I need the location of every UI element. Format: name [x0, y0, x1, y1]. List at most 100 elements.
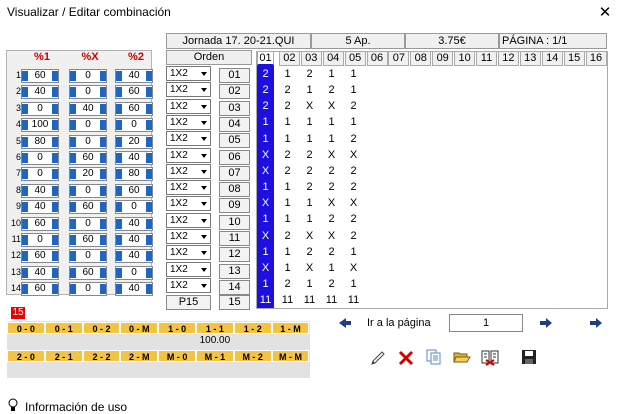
- save-icon[interactable]: [520, 348, 538, 366]
- match-number-button[interactable]: 12: [219, 247, 250, 263]
- spin-up-icon[interactable]: [100, 103, 106, 114]
- spin-down-icon[interactable]: [22, 218, 28, 229]
- percent-spinner[interactable]: 100: [21, 118, 59, 133]
- spin-down-icon[interactable]: [116, 153, 122, 163]
- percent-spinner[interactable]: 0: [69, 118, 107, 133]
- bet-cell[interactable]: 2: [345, 98, 362, 114]
- bet-cell[interactable]: X: [345, 260, 362, 276]
- spin-up-icon[interactable]: [100, 235, 106, 245]
- spin-up-icon[interactable]: [100, 202, 106, 213]
- spin-up-icon[interactable]: [52, 71, 58, 81]
- bet-cell[interactable]: 1: [279, 179, 296, 195]
- column-header[interactable]: 11: [476, 51, 497, 66]
- percent-spinner[interactable]: 40: [115, 249, 153, 264]
- spin-up-icon[interactable]: [100, 251, 106, 262]
- spin-down-icon[interactable]: [22, 87, 28, 98]
- bet-cell[interactable]: 2: [301, 147, 318, 163]
- spin-down-icon[interactable]: [70, 71, 76, 81]
- bet-cell[interactable]: X: [301, 228, 318, 244]
- bet-cell[interactable]: 1: [279, 260, 296, 276]
- bet-cell[interactable]: 2: [345, 179, 362, 195]
- bet-cell[interactable]: X: [301, 98, 318, 114]
- bet-cell[interactable]: 1: [279, 211, 296, 227]
- spin-down-icon[interactable]: [70, 185, 76, 196]
- percent-spinner[interactable]: 40: [21, 265, 59, 280]
- bet-cell[interactable]: 2: [323, 179, 340, 195]
- bet-cell[interactable]: 1: [279, 66, 296, 82]
- last-page-arrow-icon[interactable]: [588, 316, 604, 330]
- spin-up-icon[interactable]: [100, 267, 106, 278]
- column-header[interactable]: 16: [585, 51, 607, 66]
- combo-select[interactable]: 1X2: [166, 163, 211, 179]
- bet-cell[interactable]: 1: [301, 82, 318, 98]
- spin-down-icon[interactable]: [70, 251, 76, 262]
- spin-up-icon[interactable]: [52, 202, 58, 213]
- bet-cell[interactable]: 1: [257, 211, 274, 227]
- percent-spinner[interactable]: 80: [21, 134, 59, 149]
- bet-cell[interactable]: 2: [301, 244, 318, 260]
- bet-cell[interactable]: 1: [257, 276, 274, 292]
- percent-spinner[interactable]: 60: [69, 265, 107, 280]
- bet-cell[interactable]: 1: [257, 114, 274, 130]
- spin-down-icon[interactable]: [22, 267, 28, 278]
- percent-spinner[interactable]: 0: [115, 118, 153, 133]
- close-icon[interactable]: ✕: [597, 3, 613, 21]
- bet-cell[interactable]: 1: [301, 211, 318, 227]
- match-number-button[interactable]: 09: [219, 198, 250, 214]
- spin-up-icon[interactable]: [52, 120, 58, 131]
- spin-up-icon[interactable]: [146, 267, 152, 278]
- spin-up-icon[interactable]: [146, 153, 152, 163]
- percent-spinner[interactable]: 20: [115, 134, 153, 149]
- spin-up-icon[interactable]: [146, 169, 152, 180]
- percent-spinner[interactable]: 60: [115, 101, 153, 116]
- column-header[interactable]: 13: [519, 51, 541, 66]
- bet-cell[interactable]: 2: [279, 163, 296, 179]
- bet-cell[interactable]: X: [323, 195, 340, 211]
- bet-cell[interactable]: 1: [323, 66, 340, 82]
- p15-button[interactable]: P15: [166, 295, 211, 310]
- percent-spinner[interactable]: 60: [115, 183, 153, 198]
- combo-select[interactable]: 1X2: [166, 261, 211, 277]
- bet-cell[interactable]: X: [323, 98, 340, 114]
- bet-cell[interactable]: 2: [323, 211, 340, 227]
- spin-up-icon[interactable]: [146, 202, 152, 213]
- open-folder-icon[interactable]: [453, 348, 471, 366]
- compare-icon[interactable]: [481, 348, 499, 366]
- spin-down-icon[interactable]: [70, 218, 76, 229]
- percent-spinner[interactable]: 60: [115, 85, 153, 100]
- bet-cell[interactable]: 2: [257, 98, 274, 114]
- pencil-icon[interactable]: [369, 349, 387, 367]
- spin-down-icon[interactable]: [22, 103, 28, 114]
- spin-up-icon[interactable]: [52, 103, 58, 114]
- percent-spinner[interactable]: 0: [69, 249, 107, 264]
- bet-cell[interactable]: 2: [323, 82, 340, 98]
- column-header[interactable]: 15: [563, 51, 585, 66]
- combo-select[interactable]: 1X2: [166, 212, 211, 228]
- spin-up-icon[interactable]: [52, 284, 58, 295]
- spin-up-icon[interactable]: [52, 251, 58, 262]
- percent-spinner[interactable]: 40: [21, 85, 59, 100]
- bet-cell[interactable]: X: [301, 260, 318, 276]
- percent-spinner[interactable]: 40: [69, 101, 107, 116]
- column-header[interactable]: 06: [366, 51, 388, 66]
- spin-down-icon[interactable]: [116, 202, 122, 213]
- p15-cell[interactable]: 11: [301, 292, 318, 308]
- spin-down-icon[interactable]: [70, 235, 76, 245]
- spin-up-icon[interactable]: [100, 136, 106, 147]
- spin-down-icon[interactable]: [70, 136, 76, 147]
- spin-up-icon[interactable]: [52, 235, 58, 245]
- bet-cell[interactable]: 1: [301, 195, 318, 211]
- bet-cell[interactable]: 1: [279, 131, 296, 147]
- spin-down-icon[interactable]: [70, 103, 76, 114]
- match-number-button[interactable]: 07: [219, 165, 250, 181]
- bet-cell[interactable]: 2: [323, 276, 340, 292]
- bet-cell[interactable]: 2: [279, 82, 296, 98]
- percent-spinner[interactable]: 60: [69, 200, 107, 215]
- spin-up-icon[interactable]: [52, 218, 58, 229]
- bet-cell[interactable]: 2: [257, 82, 274, 98]
- percent-spinner[interactable]: 0: [21, 101, 59, 116]
- spin-up-icon[interactable]: [146, 87, 152, 98]
- spin-up-icon[interactable]: [146, 185, 152, 196]
- bet-cell[interactable]: 2: [301, 163, 318, 179]
- match-number-button[interactable]: 10: [219, 214, 250, 230]
